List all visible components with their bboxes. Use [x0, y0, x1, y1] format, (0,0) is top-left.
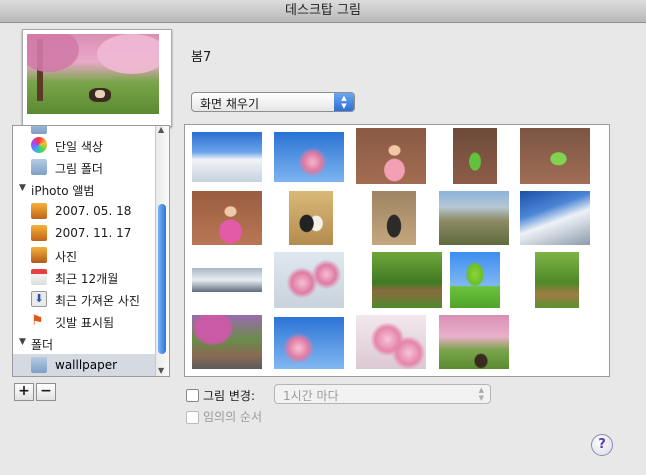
- photos-icon: [31, 247, 47, 263]
- thumbnail-child-green-shirt-1[interactable]: [453, 128, 497, 184]
- color-wheel-icon: [31, 137, 47, 153]
- remove-folder-button[interactable]: −: [36, 383, 56, 401]
- calendar-icon: [31, 269, 47, 285]
- sidebar-item-walllpaper[interactable]: walllpaper: [13, 354, 157, 376]
- sidebar-section-folders[interactable]: ▼ 폴더: [13, 332, 157, 354]
- sidebar-item-label: 단일 색상: [55, 140, 103, 154]
- scrollbar-thumb[interactable]: [158, 204, 166, 354]
- random-order-checkbox[interactable]: [186, 411, 199, 424]
- thumbnail-bridge-garden[interactable]: [192, 315, 262, 369]
- sidebar-item-photos[interactable]: 사진: [13, 244, 157, 266]
- sidebar-scrollbar[interactable]: ▲ ▼: [155, 126, 169, 376]
- fit-mode-select[interactable]: 화면 채우기 ▲ ▼: [191, 92, 355, 112]
- import-icon: ⬇: [31, 291, 47, 307]
- thumbnail-cherry-blossom-sky[interactable]: [274, 132, 344, 182]
- sidebar-item-pictures-folder[interactable]: 그림 폴더: [13, 156, 157, 178]
- updown-arrows-icon: ▲ ▼: [334, 93, 354, 111]
- add-folder-button[interactable]: +: [14, 383, 34, 401]
- sidebar-item-last-12-months[interactable]: 최근 12개월: [13, 266, 157, 288]
- thumbnail-snowy-mountains[interactable]: [192, 132, 262, 182]
- change-interval-select[interactable]: 1시간 마다 ▲ ▼: [274, 384, 491, 404]
- thumbnail-pink-blossoms[interactable]: [274, 252, 344, 308]
- random-order-label: 임의의 순서: [203, 410, 263, 424]
- disclosure-triangle-icon[interactable]: ▼: [19, 183, 26, 193]
- sidebar-item-label: 2007. 05. 18: [55, 204, 132, 218]
- change-picture-checkbox[interactable]: [186, 389, 199, 402]
- window-title: 데스크탑 그림: [0, 0, 646, 23]
- thumbnail-avenue-trees[interactable]: [535, 252, 579, 308]
- thumbnail-alpine-peaks[interactable]: [520, 191, 590, 245]
- event-icon: [31, 225, 47, 241]
- thumbnail-mountain-hiker[interactable]: [439, 191, 509, 245]
- thumbnail-snow-panorama[interactable]: [192, 268, 262, 292]
- thumbnail-spring-dog[interactable]: [439, 315, 509, 369]
- flag-icon: ⚑: [31, 313, 44, 329]
- picture-grid[interactable]: [184, 124, 610, 377]
- scroll-up-icon[interactable]: ▲: [158, 126, 164, 134]
- thumbnail-child-green-shirt-2[interactable]: [520, 128, 590, 184]
- current-picture-preview: [27, 34, 159, 114]
- disclosure-triangle-icon[interactable]: ▼: [19, 337, 26, 347]
- sidebar-item-label: walllpaper: [55, 358, 118, 372]
- source-list[interactable]: 단일 색상 그림 폴더 ▼ iPhoto 앨범 2007. 05. 18 200…: [12, 125, 170, 377]
- thumbnail-girl-pink-coat[interactable]: [192, 191, 262, 245]
- fit-mode-value: 화면 채우기: [200, 97, 260, 111]
- sidebar-item-label: 그림 폴더: [55, 162, 103, 176]
- sidebar-section-iphoto[interactable]: ▼ iPhoto 앨범: [13, 178, 157, 200]
- thumbnail-wedding-couple[interactable]: [289, 191, 333, 245]
- sidebar-section-label: iPhoto 앨범: [31, 184, 95, 198]
- sidebar-item-label: 사진: [55, 250, 78, 264]
- sidebar-item-last-import[interactable]: ⬇ 최근 가져온 사진: [13, 288, 157, 310]
- thumbnail-pink-flowers-closeup[interactable]: [356, 315, 426, 369]
- sidebar-item-event-20070518[interactable]: 2007. 05. 18: [13, 200, 157, 222]
- updown-arrows-icon: ▲ ▼: [478, 386, 484, 402]
- thumbnail-tree-lined-path[interactable]: [372, 252, 442, 308]
- current-picture-well[interactable]: [22, 29, 172, 127]
- help-button[interactable]: ?: [591, 434, 613, 456]
- thumbnail-couple-formal[interactable]: [372, 191, 416, 245]
- sidebar-item-label: 최근 가져온 사진: [55, 294, 140, 308]
- current-picture-name: 봄7: [191, 50, 212, 65]
- sidebar-item-label: 2007. 11. 17: [55, 226, 132, 240]
- thumbnail-green-tree-field[interactable]: [450, 252, 500, 308]
- sidebar-item-solid-colors[interactable]: 단일 색상: [13, 134, 157, 156]
- sidebar-section-label: 폴더: [31, 338, 54, 352]
- folder-icon: [31, 126, 47, 134]
- sidebar-item-flagged[interactable]: ⚑ 깃발 표시됨: [13, 310, 157, 332]
- thumbnail-girl-brick-wall[interactable]: [356, 128, 426, 184]
- folder-icon: [31, 357, 47, 373]
- scroll-down-icon[interactable]: ▼: [158, 366, 164, 375]
- change-interval-value: 1시간 마다: [283, 389, 339, 403]
- sidebar-item-label: 깃발 표시됨: [55, 316, 115, 330]
- folder-icon: [31, 159, 47, 175]
- event-icon: [31, 203, 47, 219]
- sidebar-item-label: 최근 12개월: [55, 272, 119, 286]
- thumbnail-blossom-blue-sky[interactable]: [274, 317, 344, 369]
- sidebar-item-event-20071117[interactable]: 2007. 11. 17: [13, 222, 157, 244]
- change-picture-label: 그림 변경:: [203, 389, 256, 403]
